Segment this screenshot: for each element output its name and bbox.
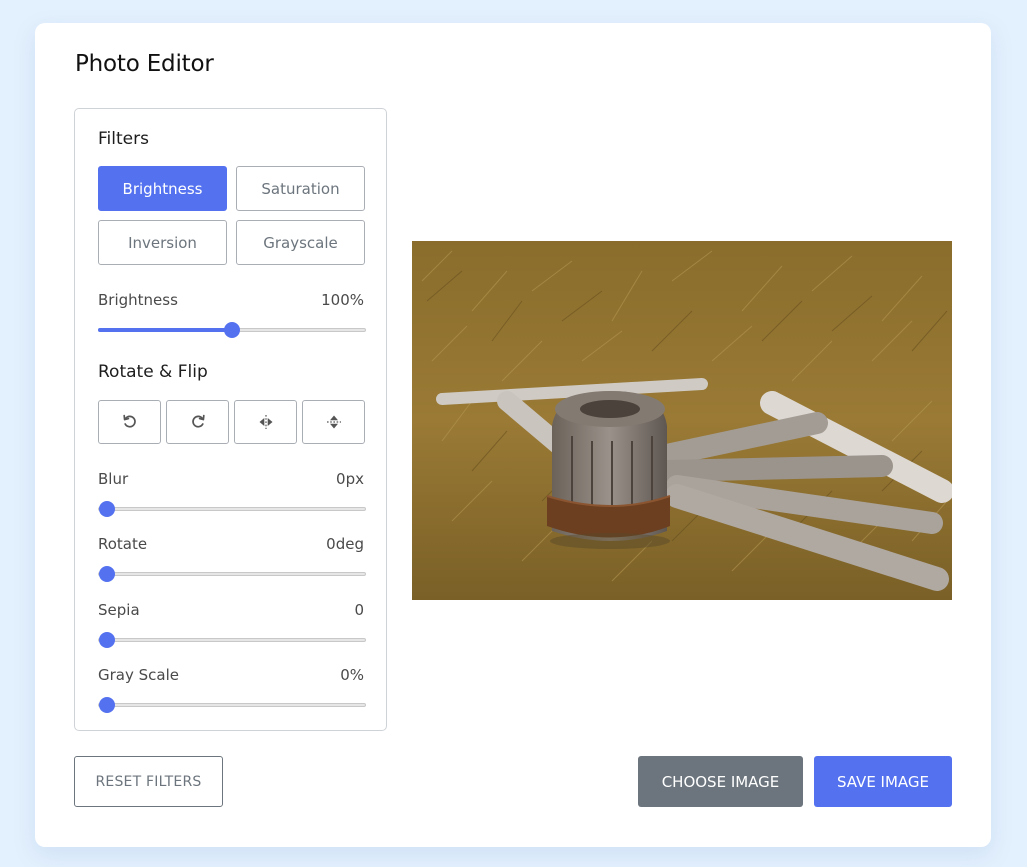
rotate-right-button[interactable]	[166, 400, 229, 444]
rotate-left-button[interactable]	[98, 400, 161, 444]
flip-horizontal-button[interactable]	[234, 400, 297, 444]
slider-thumb[interactable]	[99, 566, 115, 582]
slider-thumb[interactable]	[99, 632, 115, 648]
blur-value: 0px	[336, 470, 364, 488]
filter-saturation-button[interactable]: Saturation	[236, 166, 365, 211]
preview-image	[412, 241, 952, 600]
grayscale-value: 0%	[340, 666, 364, 684]
blur-slider[interactable]	[98, 501, 366, 517]
reset-filters-button[interactable]: RESET FILTERS	[74, 756, 223, 807]
filters-panel: Filters Brightness Saturation Inversion …	[74, 108, 387, 731]
sepia-label: Sepia	[98, 601, 140, 619]
image-preview	[412, 241, 952, 600]
filter-slider-label: Brightness	[98, 291, 178, 309]
grayscale-slider[interactable]	[98, 697, 366, 713]
sepia-value: 0	[354, 601, 364, 619]
rotate-right-icon	[191, 414, 205, 428]
slider-track	[98, 703, 366, 707]
rotate-slider[interactable]	[98, 566, 366, 582]
filters-heading: Filters	[98, 129, 149, 149]
slider-fill	[98, 328, 232, 332]
slider-track	[98, 572, 366, 576]
flip-vertical-button[interactable]	[302, 400, 365, 444]
filter-slider[interactable]	[98, 322, 366, 338]
flip-horizontal-icon	[259, 415, 272, 429]
flip-vertical-icon	[326, 415, 341, 429]
sepia-slider[interactable]	[98, 632, 366, 648]
slider-track	[98, 507, 366, 511]
editor-card: Photo Editor Filters Brightness Saturati…	[35, 23, 991, 847]
filter-slider-value: 100%	[321, 291, 364, 309]
filter-brightness-button[interactable]: Brightness	[98, 166, 227, 211]
grayscale-label: Gray Scale	[98, 666, 179, 684]
slider-thumb[interactable]	[99, 501, 115, 517]
choose-image-button[interactable]: CHOOSE IMAGE	[638, 756, 803, 807]
filter-grayscale-button[interactable]: Grayscale	[236, 220, 365, 265]
rotate-left-icon	[122, 414, 136, 428]
slider-thumb[interactable]	[224, 322, 240, 338]
slider-track	[98, 638, 366, 642]
save-image-button[interactable]: SAVE IMAGE	[814, 756, 952, 807]
rotate-value: 0deg	[326, 535, 364, 553]
slider-thumb[interactable]	[99, 697, 115, 713]
filter-inversion-button[interactable]: Inversion	[98, 220, 227, 265]
rotate-flip-heading: Rotate & Flip	[98, 362, 208, 382]
rotate-label: Rotate	[98, 535, 148, 553]
blur-label: Blur	[98, 470, 129, 488]
page-title: Photo Editor	[75, 51, 214, 77]
